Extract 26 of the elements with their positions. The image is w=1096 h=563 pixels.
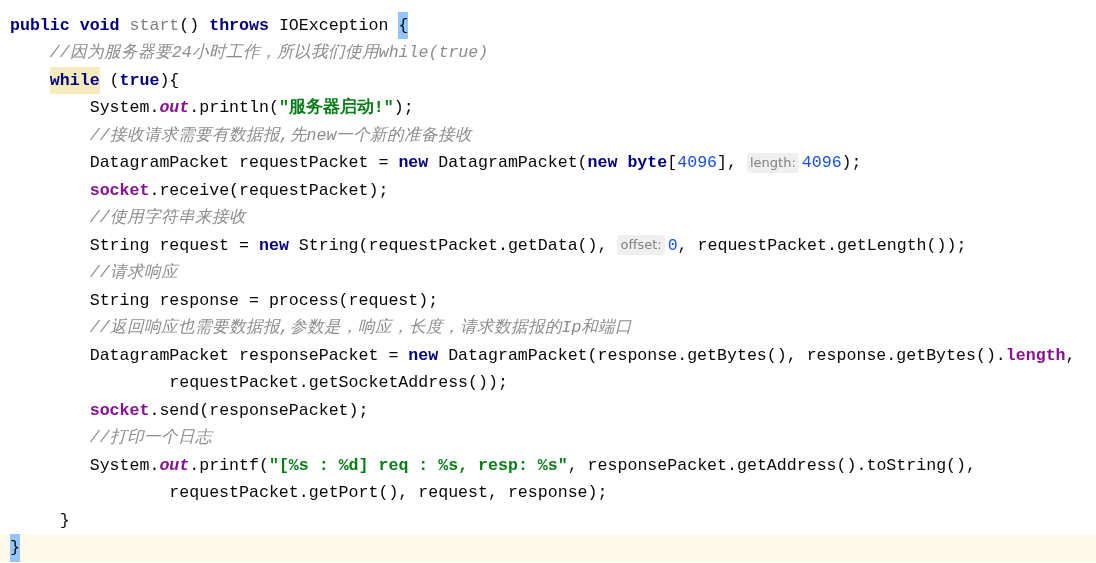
parameter-hint: offset:	[617, 235, 665, 256]
code-text: //因为服务器要24小时工作，所以我们使用while(true)	[49, 42, 489, 64]
code-text: 4096);	[801, 152, 862, 174]
code-text: requestPacket.getPort(), request, response);	[169, 482, 608, 504]
code-text: String response = process(request);	[89, 289, 439, 312]
code-text: DatagramPacket responsePacket = new DatagramPacket(response.getBytes(), response.getBytes().length,	[89, 344, 1076, 367]
matched-brace: {	[398, 11, 409, 39]
code-text: (true){	[108, 69, 180, 92]
code-text: 0, requestPacket.getLength());	[667, 234, 967, 257]
code-text: requestPacket.getSocketAddress());	[169, 372, 508, 394]
code-text: //接收请求需要有数据报,先new一个新的准备接收	[89, 124, 473, 147]
code-text: System.out.printf("[%s : %d] req : %s, resp: %s", responsePacket.getAddress().toString(),	[89, 454, 976, 477]
code-text: }	[59, 509, 70, 532]
code-text: public void start() throws IOException	[10, 14, 390, 37]
code-text: //使用字符串来接收	[89, 207, 246, 229]
highlighted-keyword: while	[49, 66, 100, 94]
parameter-hint: length:	[746, 152, 799, 173]
code-text: DatagramPacket requestPacket = new DatagramPacket(new byte[4096],	[89, 152, 738, 174]
matched-brace: }	[10, 534, 20, 562]
code-text: //请求响应	[89, 262, 178, 284]
code-text: socket.send(responsePacket);	[89, 399, 369, 422]
code-text: socket.receive(requestPacket);	[89, 179, 389, 202]
code-text: String request = new String(requestPacket.getData(),	[89, 234, 609, 257]
code-text: System.out.println("服务器启动!");	[89, 96, 414, 119]
code-text: //打印一个日志	[89, 427, 212, 449]
code-text: //返回响应也需要数据报,参数是，响应，长度，请求数据报的Ip和端口	[89, 317, 633, 339]
